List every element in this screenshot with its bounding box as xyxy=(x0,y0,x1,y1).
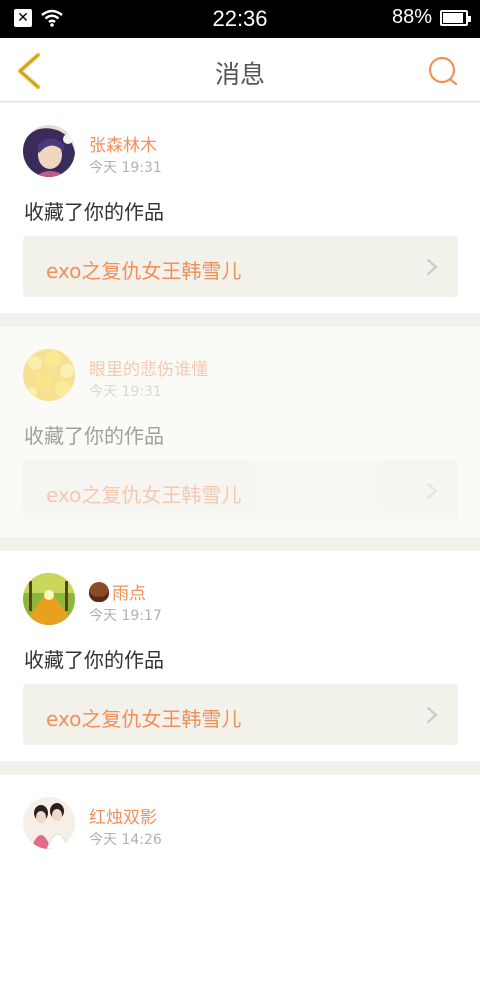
work-link[interactable]: exo之复仇女王韩雪儿 xyxy=(23,236,458,297)
work-title: exo之复仇女王韩雪儿 xyxy=(46,707,242,731)
work-link[interactable]: exo之复仇女王韩雪儿 xyxy=(23,460,458,521)
message-time: 今天 19:31 xyxy=(89,384,162,400)
search-icon[interactable] xyxy=(426,54,460,88)
status-bar: ✕ 22:36 88% xyxy=(0,0,480,38)
status-right: 88% xyxy=(391,6,471,29)
username-text: 雨点 xyxy=(112,584,146,604)
message-card[interactable]: 红烛双影 今天 14:26 xyxy=(0,775,480,985)
username[interactable]: 眼里的悲伤谁懂 xyxy=(89,355,208,380)
message-card[interactable]: 张森林木 今天 19:31 收藏了你的作品 exo之复仇女王韩雪儿 xyxy=(0,103,480,313)
anime-girl-avatar[interactable] xyxy=(23,125,75,177)
message-card[interactable]: 雨点 今天 19:17 收藏了你的作品 exo之复仇女王韩雪儿 xyxy=(0,551,480,761)
action-text: 收藏了你的作品 xyxy=(24,648,164,672)
battery-icon xyxy=(440,9,471,26)
message-card[interactable]: 眼里的悲伤谁懂 今天 19:31 收藏了你的作品 exo之复仇女王韩雪儿 xyxy=(0,327,480,537)
message-time: 今天 19:17 xyxy=(89,608,162,624)
message-list: 张森林木 今天 19:31 收藏了你的作品 exo之复仇女王韩雪儿 眼里的悲伤谁… xyxy=(0,103,480,985)
message-time: 今天 14:26 xyxy=(89,832,162,848)
action-text: 收藏了你的作品 xyxy=(24,200,164,224)
username[interactable]: 雨点 xyxy=(89,579,146,604)
work-title: exo之复仇女王韩雪儿 xyxy=(46,259,242,283)
divider xyxy=(0,761,480,775)
username[interactable]: 红烛双影 xyxy=(89,803,157,828)
action-text: 收藏了你的作品 xyxy=(24,424,164,448)
chevron-right-icon xyxy=(427,259,438,275)
divider xyxy=(0,537,480,551)
work-title: exo之复仇女王韩雪儿 xyxy=(46,483,242,507)
page-title: 消息 xyxy=(214,60,265,89)
message-time: 今天 19:31 xyxy=(89,160,162,176)
chevron-right-icon xyxy=(427,707,438,723)
chevron-right-icon xyxy=(427,483,438,499)
username[interactable]: 张森林木 xyxy=(89,131,157,156)
work-link[interactable]: exo之复仇女王韩雪儿 xyxy=(23,684,458,745)
autumn-forest-avatar[interactable] xyxy=(23,573,75,625)
nav-bar: 消息 xyxy=(0,38,480,102)
ancient-couple-avatar[interactable] xyxy=(23,797,75,849)
divider xyxy=(0,313,480,327)
battery-percent: 88% xyxy=(391,6,432,28)
yellow-flowers-avatar[interactable] xyxy=(23,349,75,401)
chestnut-emoji-icon xyxy=(89,582,109,602)
